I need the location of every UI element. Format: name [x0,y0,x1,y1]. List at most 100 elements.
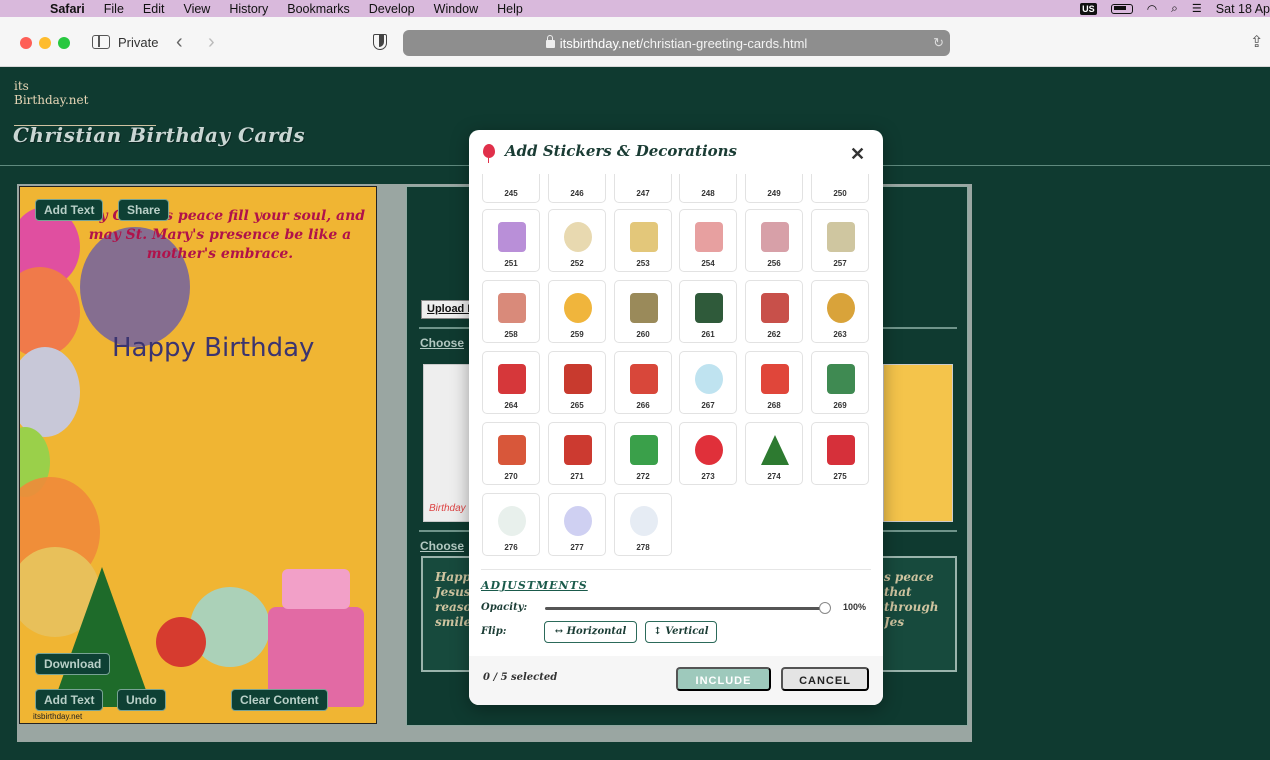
undo-button[interactable]: Undo [117,689,166,711]
hanging-lantern-icon [630,293,658,323]
zoom-window-button[interactable] [58,37,70,49]
minimize-window-button[interactable] [39,37,51,49]
modal-footer: 0 / 5 selected INCLUDE CANCEL [469,656,883,705]
forward-chevron-icon[interactable]: › [208,31,215,54]
sticker-tile[interactable]: 254 [679,209,737,272]
sticker-tile[interactable]: 256 [745,209,803,272]
sticker-tile[interactable]: 276 [482,493,540,556]
holly-garland-icon [827,364,855,394]
menu-clock[interactable]: Sat 18 Ap [1216,2,1270,16]
sticker-tile[interactable]: 252 [548,209,606,272]
card-greeting-text[interactable]: Happy Birthday [112,333,314,363]
opacity-label: Opacity: [481,602,528,613]
wifi-icon[interactable]: ◠ [1147,2,1157,16]
bells-icon [827,293,855,323]
sticker-tile[interactable]: 247 [614,174,672,203]
sticker-tile[interactable]: 248 [679,174,737,203]
snowman-icon [695,364,723,394]
add-text-button-bottom[interactable]: Add Text [35,689,104,711]
close-window-button[interactable] [20,37,32,49]
menu-file[interactable]: File [104,2,124,16]
sticker-tile[interactable]: 258 [482,280,540,343]
sticker-tile[interactable]: 260 [614,280,672,343]
sidebar-toggle-icon[interactable] [92,35,110,49]
card-verse-text[interactable]: May Christ's peace fill your soul, and m… [60,207,376,264]
menu-view[interactable]: View [183,2,210,16]
card-template-thumbnail[interactable] [883,364,953,522]
battery-icon[interactable] [1110,3,1133,14]
sticker-tile[interactable]: 266 [614,351,672,414]
browser-toolbar: Private ‹ › itsbirthday.net/christian-gr… [0,17,1270,67]
lanterns-icon [630,222,658,252]
menu-edit[interactable]: Edit [143,2,165,16]
share-button[interactable]: Share [118,199,170,221]
selected-count: 0 / 5 selected [483,672,558,683]
sticker-tile[interactable]: 261 [679,280,737,343]
sticker-tile[interactable]: 263 [811,280,869,343]
sticker-tile[interactable]: 275 [811,422,869,485]
add-text-button[interactable]: Add Text [35,199,104,221]
santa-icon [630,364,658,394]
sticker-tile[interactable]: 253 [614,209,672,272]
control-center-icon[interactable]: ☰ [1192,2,1202,15]
flip-horizontal-button[interactable]: ↔ Horizontal [544,621,637,643]
sticker-tile[interactable]: 273 [679,422,737,485]
sticker-tile[interactable]: 250 [811,174,869,203]
opacity-slider-thumb[interactable] [819,602,831,614]
clear-content-button[interactable]: Clear Content [231,689,328,711]
sticker-tile[interactable]: 265 [548,351,606,414]
input-source-badge[interactable]: US [1080,2,1097,15]
sticker-tile[interactable]: 249 [745,174,803,203]
sticker-grid[interactable]: 245 246 247 248 249 250 251 252 253 254 256 257 258 2… [469,174,883,559]
lanterns-icon [761,222,789,252]
apple-menu-icon[interactable] [18,2,32,16]
site-logo[interactable]: its Birthday.net [14,79,156,126]
lock-icon [545,35,555,48]
sticker-tile[interactable]: 277 [548,493,606,556]
sticker-tile[interactable]: 270 [482,422,540,485]
back-chevron-icon[interactable]: ‹ [176,31,183,54]
reload-icon[interactable]: ↻ [933,35,944,51]
address-bar[interactable]: itsbirthday.net/christian-greeting-cards… [403,30,950,56]
cancel-button[interactable]: CANCEL [781,667,869,691]
sticker-tile[interactable]: 269 [811,351,869,414]
close-icon[interactable]: ✕ [850,144,865,165]
mosque-icon [695,293,723,323]
share-icon[interactable]: ⇪ [1250,32,1263,52]
sticker-tile[interactable]: 274 [745,422,803,485]
privacy-shield-icon[interactable] [373,34,387,50]
flip-vertical-button[interactable]: ↕ Vertical [645,621,717,643]
sticker-tile[interactable]: 272 [614,422,672,485]
sticker-number: 246 [570,189,584,198]
opacity-slider-track[interactable] [545,607,830,610]
sticker-number: 256 [767,259,781,268]
balloon-icon [483,144,495,163]
menu-help[interactable]: Help [497,2,523,16]
sticker-tile[interactable]: 246 [548,174,606,203]
christmas-tree-sticker[interactable] [52,567,152,707]
sticker-tile[interactable]: 271 [548,422,606,485]
sticker-tile[interactable]: 268 [745,351,803,414]
sticker-tile[interactable]: 257 [811,209,869,272]
sticker-tile[interactable]: 264 [482,351,540,414]
santa-sticker[interactable] [156,617,206,667]
page-title: Christian Birthday Cards [13,123,306,147]
menu-app-name[interactable]: Safari [50,2,85,16]
sticker-number: 252 [570,259,584,268]
menu-develop[interactable]: Develop [369,2,415,16]
card-preview[interactable]: May Christ's peace fill your soul, and m… [19,186,377,724]
card-watermark: itsbirthday.net [33,712,83,721]
download-button[interactable]: Download [35,653,111,675]
sticker-tile[interactable]: 259 [548,280,606,343]
menu-window[interactable]: Window [434,2,478,16]
sticker-tile[interactable]: 251 [482,209,540,272]
sticker-tile[interactable]: 262 [745,280,803,343]
sticker-tile[interactable]: 245 [482,174,540,203]
sticker-tile[interactable]: 267 [679,351,737,414]
spotlight-search-icon[interactable]: ⌕ [1171,1,1178,16]
menu-history[interactable]: History [229,2,268,16]
menu-bookmarks[interactable]: Bookmarks [287,2,350,16]
card-template-thumbnail[interactable] [423,364,473,522]
include-button[interactable]: INCLUDE [676,667,771,691]
sticker-tile[interactable]: 278 [614,493,672,556]
